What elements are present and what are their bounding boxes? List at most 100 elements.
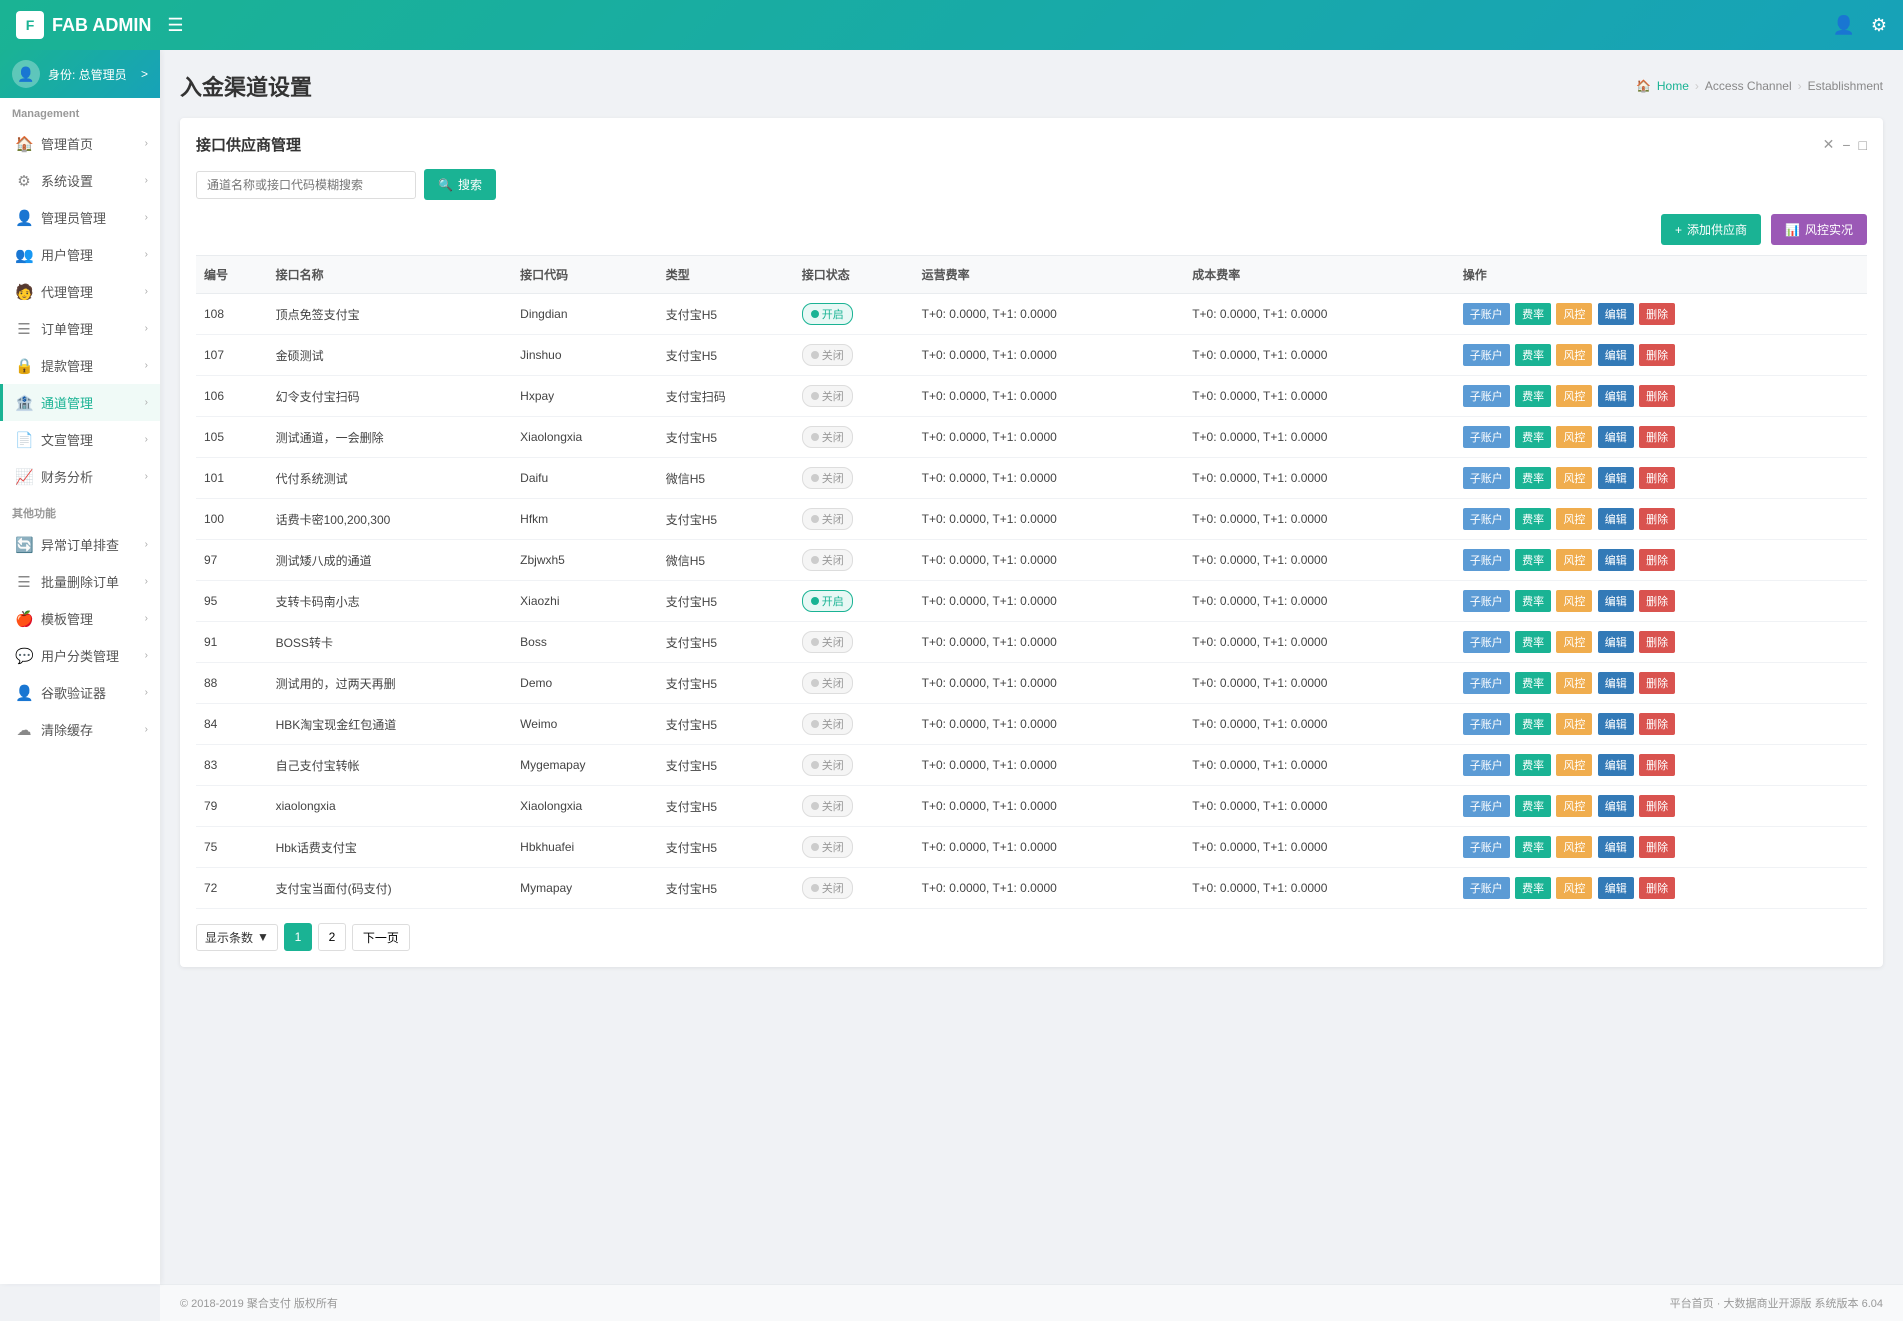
sub-account-button[interactable]: 子账户 xyxy=(1463,344,1510,366)
rate-button[interactable]: 费率 xyxy=(1515,672,1551,694)
sidebar-item-user[interactable]: 👥 用户管理 › xyxy=(0,236,160,273)
card-minimize-button[interactable]: − xyxy=(1842,136,1850,153)
status-badge[interactable]: 关闭 xyxy=(802,713,853,735)
sub-account-button[interactable]: 子账户 xyxy=(1463,672,1510,694)
sidebar-item-template[interactable]: 🍎 模板管理 › xyxy=(0,600,160,637)
sidebar-item-clear-cache[interactable]: ☁ 清除缓存 › xyxy=(0,711,160,748)
rate-button[interactable]: 费率 xyxy=(1515,590,1551,612)
sub-account-button[interactable]: 子账户 xyxy=(1463,877,1510,899)
sidebar-item-channel[interactable]: 🏦 通道管理 › xyxy=(0,384,160,421)
search-button[interactable]: 🔍 搜索 xyxy=(424,169,496,200)
status-badge[interactable]: 关闭 xyxy=(802,877,853,899)
sub-account-button[interactable]: 子账户 xyxy=(1463,549,1510,571)
edit-button[interactable]: 编辑 xyxy=(1598,877,1634,899)
rate-button[interactable]: 费率 xyxy=(1515,385,1551,407)
risk-realtime-button[interactable]: 📊 风控实况 xyxy=(1771,214,1867,245)
delete-button[interactable]: 删除 xyxy=(1639,508,1675,530)
edit-button[interactable]: 编辑 xyxy=(1598,303,1634,325)
rate-button[interactable]: 费率 xyxy=(1515,713,1551,735)
hamburger-button[interactable]: ☰ xyxy=(167,15,183,36)
sub-account-button[interactable]: 子账户 xyxy=(1463,385,1510,407)
delete-button[interactable]: 删除 xyxy=(1639,426,1675,448)
risk-button[interactable]: 风控 xyxy=(1556,549,1592,571)
delete-button[interactable]: 删除 xyxy=(1639,672,1675,694)
breadcrumb-home[interactable]: Home xyxy=(1657,79,1689,93)
rate-button[interactable]: 费率 xyxy=(1515,344,1551,366)
sub-account-button[interactable]: 子账户 xyxy=(1463,467,1510,489)
sidebar-item-order[interactable]: ☰ 订单管理 › xyxy=(0,310,160,347)
status-badge[interactable]: 关闭 xyxy=(802,467,853,489)
rate-button[interactable]: 费率 xyxy=(1515,303,1551,325)
delete-button[interactable]: 删除 xyxy=(1639,836,1675,858)
page-1-button[interactable]: 1 xyxy=(284,923,312,951)
rate-button[interactable]: 费率 xyxy=(1515,508,1551,530)
delete-button[interactable]: 删除 xyxy=(1639,467,1675,489)
rate-button[interactable]: 费率 xyxy=(1515,631,1551,653)
rate-button[interactable]: 费率 xyxy=(1515,467,1551,489)
risk-button[interactable]: 风控 xyxy=(1556,672,1592,694)
status-badge[interactable]: 关闭 xyxy=(802,508,853,530)
edit-button[interactable]: 编辑 xyxy=(1598,836,1634,858)
rate-button[interactable]: 费率 xyxy=(1515,549,1551,571)
platform-link[interactable]: 平台首页 xyxy=(1670,1298,1714,1310)
risk-button[interactable]: 风控 xyxy=(1556,467,1592,489)
sub-account-button[interactable]: 子账户 xyxy=(1463,303,1510,325)
status-badge[interactable]: 关闭 xyxy=(802,385,853,407)
risk-button[interactable]: 风控 xyxy=(1556,795,1592,817)
edit-button[interactable]: 编辑 xyxy=(1598,426,1634,448)
sidebar-item-system[interactable]: ⚙ 系统设置 › xyxy=(0,162,160,199)
risk-button[interactable]: 风控 xyxy=(1556,631,1592,653)
edit-button[interactable]: 编辑 xyxy=(1598,385,1634,407)
risk-button[interactable]: 风控 xyxy=(1556,713,1592,735)
sub-account-button[interactable]: 子账户 xyxy=(1463,795,1510,817)
sub-account-button[interactable]: 子账户 xyxy=(1463,508,1510,530)
sidebar-item-admin[interactable]: 👤 管理员管理 › xyxy=(0,199,160,236)
card-fullscreen-button[interactable]: □ xyxy=(1859,136,1867,153)
status-badge[interactable]: 开启 xyxy=(802,303,853,325)
risk-button[interactable]: 风控 xyxy=(1556,754,1592,776)
status-badge[interactable]: 关闭 xyxy=(802,836,853,858)
risk-button[interactable]: 风控 xyxy=(1556,426,1592,448)
delete-button[interactable]: 删除 xyxy=(1639,631,1675,653)
delete-button[interactable]: 删除 xyxy=(1639,549,1675,571)
rate-button[interactable]: 费率 xyxy=(1515,877,1551,899)
sidebar-item-home[interactable]: 🏠 管理首页 › xyxy=(0,125,160,162)
edit-button[interactable]: 编辑 xyxy=(1598,713,1634,735)
gear-icon[interactable]: ⚙ xyxy=(1871,15,1887,36)
edit-button[interactable]: 编辑 xyxy=(1598,467,1634,489)
rate-button[interactable]: 费率 xyxy=(1515,795,1551,817)
sub-account-button[interactable]: 子账户 xyxy=(1463,426,1510,448)
status-badge[interactable]: 关闭 xyxy=(802,631,853,653)
edit-button[interactable]: 编辑 xyxy=(1598,344,1634,366)
delete-button[interactable]: 删除 xyxy=(1639,303,1675,325)
next-page-button[interactable]: 下一页 xyxy=(352,924,410,951)
status-badge[interactable]: 关闭 xyxy=(802,672,853,694)
sidebar-item-abnormal[interactable]: 🔄 异常订单排查 › xyxy=(0,526,160,563)
sidebar-item-agent[interactable]: 🧑 代理管理 › xyxy=(0,273,160,310)
delete-button[interactable]: 删除 xyxy=(1639,590,1675,612)
edit-button[interactable]: 编辑 xyxy=(1598,672,1634,694)
edit-button[interactable]: 编辑 xyxy=(1598,631,1634,653)
sidebar-item-user-category[interactable]: 💬 用户分类管理 › xyxy=(0,637,160,674)
sidebar-item-document[interactable]: 📄 文宣管理 › xyxy=(0,421,160,458)
search-input[interactable] xyxy=(196,171,416,199)
add-supplier-button[interactable]: + 添加供应商 xyxy=(1661,214,1761,245)
risk-button[interactable]: 风控 xyxy=(1556,385,1592,407)
card-close-button[interactable]: ✕ xyxy=(1823,136,1835,153)
delete-button[interactable]: 删除 xyxy=(1639,344,1675,366)
page-2-button[interactable]: 2 xyxy=(318,923,346,951)
status-badge[interactable]: 关闭 xyxy=(802,795,853,817)
edit-button[interactable]: 编辑 xyxy=(1598,549,1634,571)
edit-button[interactable]: 编辑 xyxy=(1598,508,1634,530)
delete-button[interactable]: 删除 xyxy=(1639,754,1675,776)
sub-account-button[interactable]: 子账户 xyxy=(1463,836,1510,858)
sidebar-item-finance[interactable]: 📈 财务分析 › xyxy=(0,458,160,495)
status-badge[interactable]: 关闭 xyxy=(802,549,853,571)
sidebar-item-captcha[interactable]: 👤 谷歌验证器 › xyxy=(0,674,160,711)
status-badge[interactable]: 开启 xyxy=(802,590,853,612)
risk-button[interactable]: 风控 xyxy=(1556,877,1592,899)
edit-button[interactable]: 编辑 xyxy=(1598,754,1634,776)
delete-button[interactable]: 删除 xyxy=(1639,877,1675,899)
sub-account-button[interactable]: 子账户 xyxy=(1463,754,1510,776)
sidebar-user[interactable]: 👤 身份: 总管理员 > xyxy=(0,50,160,98)
